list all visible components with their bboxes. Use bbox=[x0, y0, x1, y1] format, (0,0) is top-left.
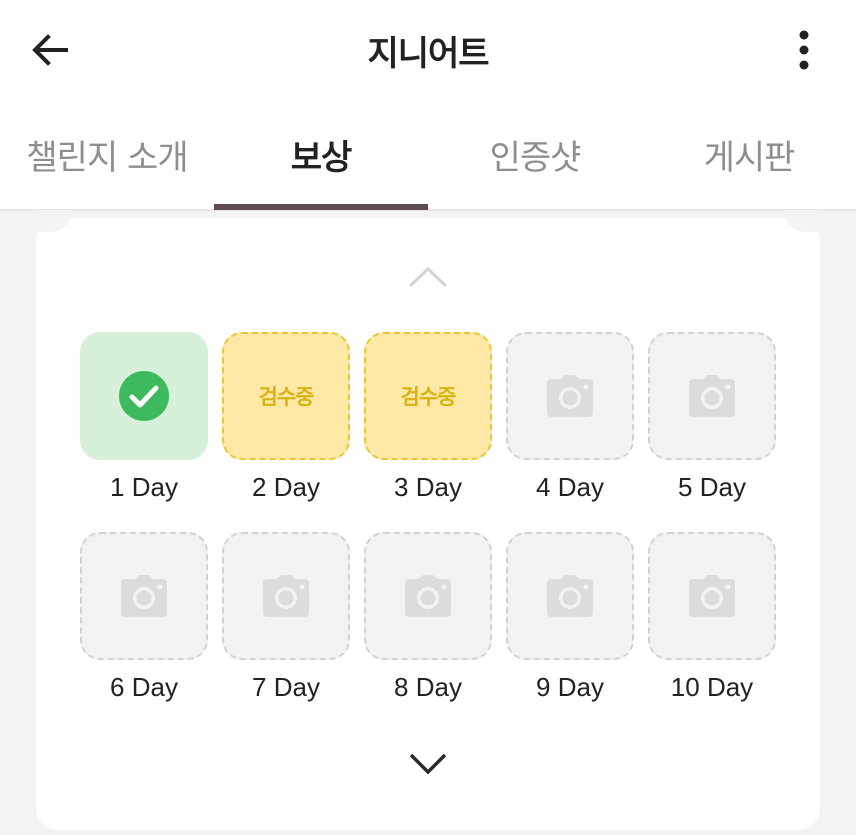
day-label: 9 Day bbox=[536, 672, 604, 702]
day-label: 3 Day bbox=[394, 472, 462, 502]
tab-reward[interactable]: 보상 bbox=[214, 100, 428, 209]
camera-icon bbox=[405, 575, 451, 617]
day-cell[interactable]: 1 Day bbox=[80, 332, 208, 512]
tab-proof-shot[interactable]: 인증샷 bbox=[428, 100, 642, 209]
day-label: 8 Day bbox=[394, 672, 462, 702]
day-label: 5 Day bbox=[678, 472, 746, 502]
day-tile-empty[interactable] bbox=[364, 532, 492, 660]
app-screen: 지니어트 챌린지 소개 보상 인증샷 게시판 1 Day 검수중 2 Day 검수중 3… bbox=[0, 0, 856, 835]
scroll-down-button[interactable] bbox=[406, 746, 450, 782]
day-tile-empty[interactable] bbox=[80, 532, 208, 660]
scroll-up-button[interactable] bbox=[406, 262, 450, 292]
day-label: 1 Day bbox=[110, 472, 178, 502]
day-cell[interactable]: 10 Day bbox=[648, 532, 776, 712]
camera-icon bbox=[263, 575, 309, 617]
day-tile-pending[interactable]: 검수중 bbox=[364, 332, 492, 460]
day-tile-pending[interactable]: 검수중 bbox=[222, 332, 350, 460]
day-label: 2 Day bbox=[252, 472, 320, 502]
page-title: 지니어트 bbox=[367, 34, 489, 74]
day-label: 7 Day bbox=[252, 672, 320, 702]
day-cell[interactable]: 9 Day bbox=[506, 532, 634, 712]
day-cell[interactable]: 검수중 3 Day bbox=[364, 332, 492, 512]
day-cell[interactable]: 7 Day bbox=[222, 532, 350, 712]
tab-board[interactable]: 게시판 bbox=[642, 100, 856, 209]
day-tile-done[interactable] bbox=[80, 332, 208, 460]
camera-icon bbox=[121, 575, 167, 617]
app-header: 지니어트 bbox=[0, 0, 856, 100]
day-tile-empty[interactable] bbox=[222, 532, 350, 660]
day-label: 6 Day bbox=[110, 672, 178, 702]
day-cell[interactable]: 5 Day bbox=[648, 332, 776, 512]
day-label: 10 Day bbox=[670, 672, 754, 702]
day-tile-empty[interactable] bbox=[506, 532, 634, 660]
camera-icon bbox=[547, 575, 593, 617]
more-vertical-icon bbox=[799, 30, 809, 70]
camera-icon bbox=[689, 375, 735, 417]
review-status-text: 검수중 bbox=[258, 385, 315, 409]
camera-icon bbox=[689, 575, 735, 617]
active-tab-indicator bbox=[214, 204, 428, 210]
day-cell[interactable]: 4 Day bbox=[506, 332, 634, 512]
review-status-text: 검수중 bbox=[400, 385, 457, 409]
day-cell[interactable]: 6 Day bbox=[80, 532, 208, 712]
day-label: 4 Day bbox=[536, 472, 604, 502]
day-cell[interactable]: 8 Day bbox=[364, 532, 492, 712]
chevron-up-icon bbox=[408, 266, 448, 288]
reward-card: 1 Day 검수중 2 Day 검수중 3 Day 4 Day 5 Day 6 Day 7 Da… bbox=[34, 210, 822, 830]
day-tile-empty[interactable] bbox=[648, 332, 776, 460]
chevron-down-icon bbox=[409, 753, 447, 775]
day-tile-empty[interactable] bbox=[506, 332, 634, 460]
check-circle-icon bbox=[119, 371, 169, 421]
more-options-button[interactable] bbox=[782, 26, 826, 74]
camera-icon bbox=[547, 375, 593, 417]
day-cell[interactable]: 검수중 2 Day bbox=[222, 332, 350, 512]
tab-bar: 챌린지 소개 보상 인증샷 게시판 bbox=[0, 100, 856, 211]
tab-challenge-intro[interactable]: 챌린지 소개 bbox=[0, 100, 214, 209]
day-tile-empty[interactable] bbox=[648, 532, 776, 660]
